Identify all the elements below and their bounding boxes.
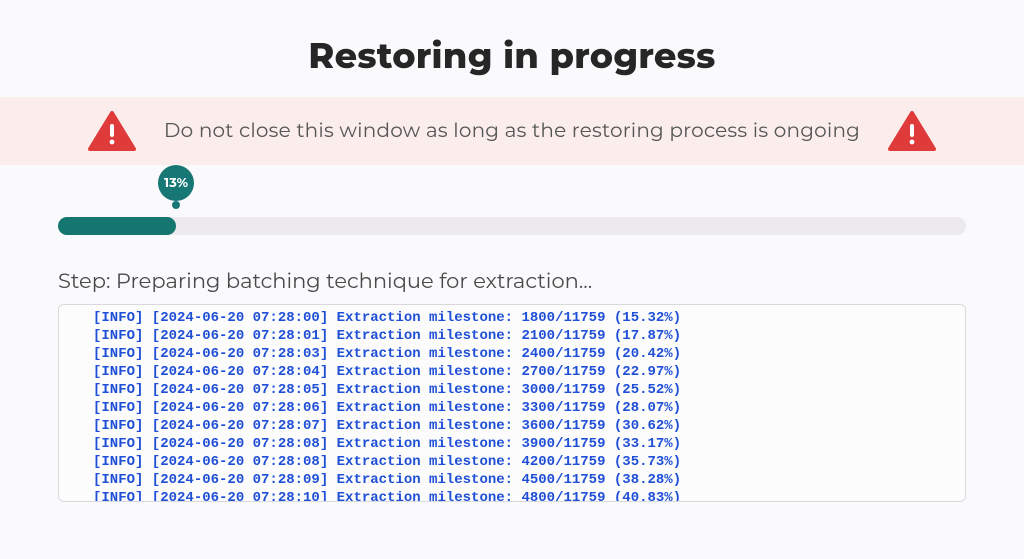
log-line: [INFO] [2024-06-20 07:28:08] Extraction … — [93, 435, 965, 453]
progress-bubble: 13% — [158, 165, 194, 201]
log-line: [INFO] [2024-06-20 07:28:00] Extraction … — [93, 309, 965, 327]
log-line: [INFO] [2024-06-20 07:28:04] Extraction … — [93, 363, 965, 381]
step-prefix: Step: — [58, 269, 116, 294]
log-line: [INFO] [2024-06-20 07:28:10] Extraction … — [93, 489, 965, 502]
warning-icon — [88, 111, 136, 151]
warning-banner: Do not close this window as long as the … — [0, 97, 1024, 165]
step-text: Preparing batching technique for extract… — [116, 269, 592, 294]
progress-fill — [58, 217, 176, 235]
warning-text: Do not close this window as long as the … — [164, 119, 860, 143]
progress-bar: 13% — [58, 217, 966, 235]
log-line: [INFO] [2024-06-20 07:28:03] Extraction … — [93, 345, 965, 363]
log-output[interactable]: [INFO] [2024-06-20 07:28:00] Extraction … — [58, 304, 966, 502]
log-line: [INFO] [2024-06-20 07:28:09] Extraction … — [93, 471, 965, 489]
log-line: [INFO] [2024-06-20 07:28:01] Extraction … — [93, 327, 965, 345]
progress-track — [58, 217, 966, 235]
step-label: Step: Preparing batching technique for e… — [58, 269, 966, 294]
log-line: [INFO] [2024-06-20 07:28:07] Extraction … — [93, 417, 965, 435]
warning-icon — [888, 111, 936, 151]
log-line: [INFO] [2024-06-20 07:28:08] Extraction … — [93, 453, 965, 471]
log-line: [INFO] [2024-06-20 07:28:06] Extraction … — [93, 399, 965, 417]
log-line: [INFO] [2024-06-20 07:28:05] Extraction … — [93, 381, 965, 399]
page-title: Restoring in progress — [0, 34, 1024, 77]
